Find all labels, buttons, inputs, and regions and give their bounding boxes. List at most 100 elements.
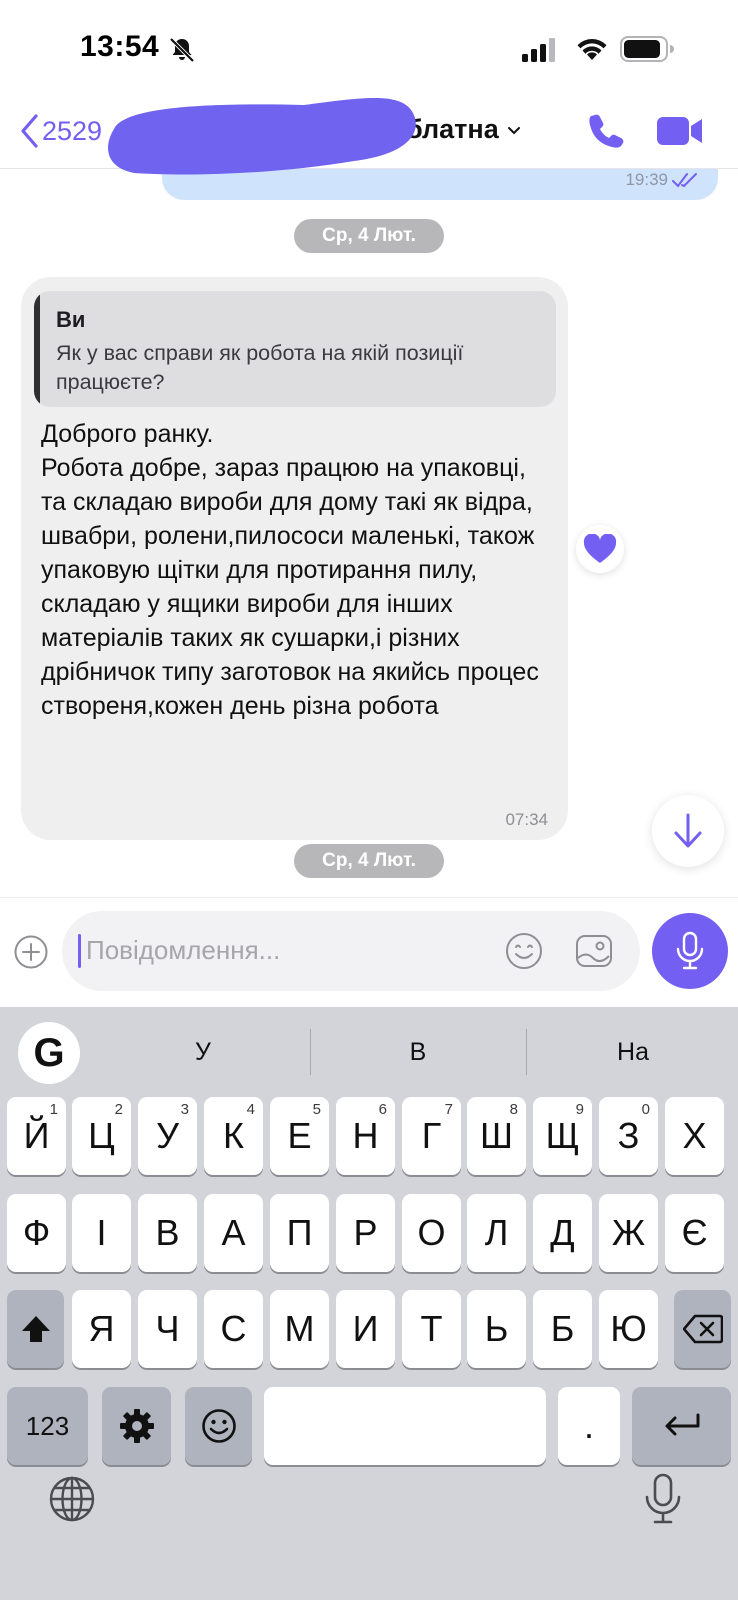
- letter-key[interactable]: П: [270, 1194, 329, 1272]
- incoming-message-bubble[interactable]: Ви Як у вас справи як робота на якій поз…: [21, 277, 568, 840]
- letter-key[interactable]: Б: [533, 1290, 592, 1368]
- letter-key[interactable]: Р: [336, 1194, 395, 1272]
- settings-key[interactable]: [102, 1387, 171, 1465]
- phone-icon[interactable]: [586, 111, 626, 151]
- letter-key-label: И: [352, 1308, 379, 1349]
- globe-icon[interactable]: [48, 1475, 96, 1523]
- return-key[interactable]: [632, 1387, 731, 1465]
- cellular-signal-icon: [522, 38, 555, 62]
- letter-key[interactable]: Ч: [138, 1290, 197, 1368]
- key-number-hint: 8: [509, 1101, 518, 1118]
- scroll-down-button[interactable]: [652, 795, 724, 867]
- suggestion-1[interactable]: У: [103, 1027, 303, 1077]
- purple-heart-icon: [583, 534, 617, 563]
- letter-key[interactable]: Д: [533, 1194, 592, 1272]
- letter-key[interactable]: Н6: [336, 1097, 395, 1175]
- letter-key-label: Й: [23, 1115, 50, 1156]
- chevron-left-icon: [21, 114, 38, 148]
- numbers-key[interactable]: 123: [7, 1387, 88, 1465]
- wifi-icon: [577, 38, 607, 60]
- letter-key-label: В: [155, 1212, 180, 1253]
- plus-circle-icon[interactable]: [14, 935, 48, 969]
- keyboard: G У В На Й1Ц2У3К4Е5Н6Г7Ш8Щ9З0ХФІВАПРОЛДЖ…: [0, 1007, 738, 1600]
- dictation-microphone-icon[interactable]: [644, 1473, 682, 1525]
- letter-key[interactable]: Щ9: [533, 1097, 592, 1175]
- key-number-hint: 1: [49, 1101, 58, 1118]
- letter-key-label: Б: [550, 1308, 575, 1349]
- key-number-hint: 5: [312, 1101, 321, 1118]
- letter-key[interactable]: Є: [665, 1194, 724, 1272]
- gboard-logo[interactable]: G: [18, 1022, 80, 1084]
- battery-icon: [620, 36, 674, 62]
- space-key[interactable]: [264, 1387, 546, 1465]
- letter-key-label: Г: [421, 1115, 442, 1156]
- shift-key[interactable]: [7, 1290, 64, 1368]
- letter-key[interactable]: М: [270, 1290, 329, 1368]
- arrow-down-icon: [674, 813, 702, 848]
- back-button[interactable]: 2529: [18, 109, 102, 153]
- letter-key[interactable]: Ф: [7, 1194, 66, 1272]
- letter-key-label: Ь: [484, 1308, 509, 1349]
- backspace-key[interactable]: [674, 1290, 731, 1368]
- letter-key[interactable]: Ж: [599, 1194, 658, 1272]
- reply-quote[interactable]: Ви Як у вас справи як робота на якій поз…: [34, 291, 556, 407]
- key-number-hint: 7: [444, 1101, 453, 1118]
- suggestion-divider: [526, 1029, 527, 1075]
- letter-key[interactable]: К4: [204, 1097, 263, 1175]
- status-time: 13:54: [80, 30, 160, 63]
- suggestion-2[interactable]: В: [318, 1027, 518, 1077]
- reaction-badge[interactable]: [576, 525, 624, 573]
- message-list[interactable]: 19:39 Ср, 4 Лют. Ви Як у вас справи як р…: [0, 169, 738, 897]
- letter-key-label: О: [417, 1212, 446, 1253]
- message-input[interactable]: Повідомлення...: [62, 911, 640, 991]
- letter-key[interactable]: Й1: [7, 1097, 66, 1175]
- letter-key[interactable]: Ц2: [72, 1097, 131, 1175]
- letter-key-label: Д: [550, 1212, 575, 1253]
- numbers-key-label: 123: [25, 1410, 70, 1441]
- letter-key-label: З: [617, 1115, 640, 1156]
- letter-key-label: Ю: [610, 1308, 647, 1349]
- emoji-icon[interactable]: [504, 931, 544, 971]
- letter-key[interactable]: О: [402, 1194, 461, 1272]
- voice-message-button[interactable]: [652, 913, 728, 989]
- suggestion-3[interactable]: На: [533, 1027, 733, 1077]
- letter-key-label: Є: [681, 1212, 708, 1253]
- letter-key[interactable]: І: [72, 1194, 131, 1272]
- reply-text: Як у вас справи як робота на якій позиці…: [56, 341, 464, 394]
- letter-key[interactable]: Ю: [599, 1290, 658, 1368]
- letter-key-label: П: [286, 1212, 313, 1253]
- double-check-icon: [672, 173, 697, 188]
- letter-key[interactable]: Я: [72, 1290, 131, 1368]
- letter-key[interactable]: А: [204, 1194, 263, 1272]
- letter-key[interactable]: Е5: [270, 1097, 329, 1175]
- emoji-key[interactable]: [185, 1387, 252, 1465]
- letter-key[interactable]: И: [336, 1290, 395, 1368]
- video-camera-icon[interactable]: [656, 113, 704, 149]
- letter-key[interactable]: Л: [467, 1194, 526, 1272]
- message-time: 19:39: [625, 170, 668, 189]
- date-separator: Ср, 4 Лют.: [294, 219, 444, 253]
- period-key-label: .: [583, 1405, 594, 1446]
- letter-key[interactable]: Ь: [467, 1290, 526, 1368]
- reply-author: Ви: [56, 307, 86, 332]
- letter-key-label: Ф: [22, 1212, 51, 1253]
- letter-key[interactable]: Т: [402, 1290, 461, 1368]
- letter-key-label: Н: [352, 1115, 379, 1156]
- period-key[interactable]: .: [558, 1387, 620, 1465]
- letter-key-label: Ч: [155, 1308, 180, 1349]
- letter-key-label: Ц: [88, 1115, 115, 1156]
- letter-key[interactable]: В: [138, 1194, 197, 1272]
- letter-key[interactable]: З0: [599, 1097, 658, 1175]
- letter-key[interactable]: Г7: [402, 1097, 461, 1175]
- message-composer: Повідомлення...: [0, 897, 738, 1007]
- suggestion-divider: [310, 1029, 311, 1075]
- letter-key[interactable]: Ш8: [467, 1097, 526, 1175]
- letter-key[interactable]: У3: [138, 1097, 197, 1175]
- letter-key[interactable]: С: [204, 1290, 263, 1368]
- letter-key-label: С: [220, 1308, 247, 1349]
- letter-key[interactable]: Х: [665, 1097, 724, 1175]
- chevron-down-icon: [507, 126, 520, 135]
- sticker-icon[interactable]: [574, 931, 614, 971]
- key-number-hint: 9: [575, 1101, 584, 1118]
- viber-chat-screen: 13:54 2529 блатна 19:39 Ср, 4 Лют. Ви Як…: [0, 0, 738, 1600]
